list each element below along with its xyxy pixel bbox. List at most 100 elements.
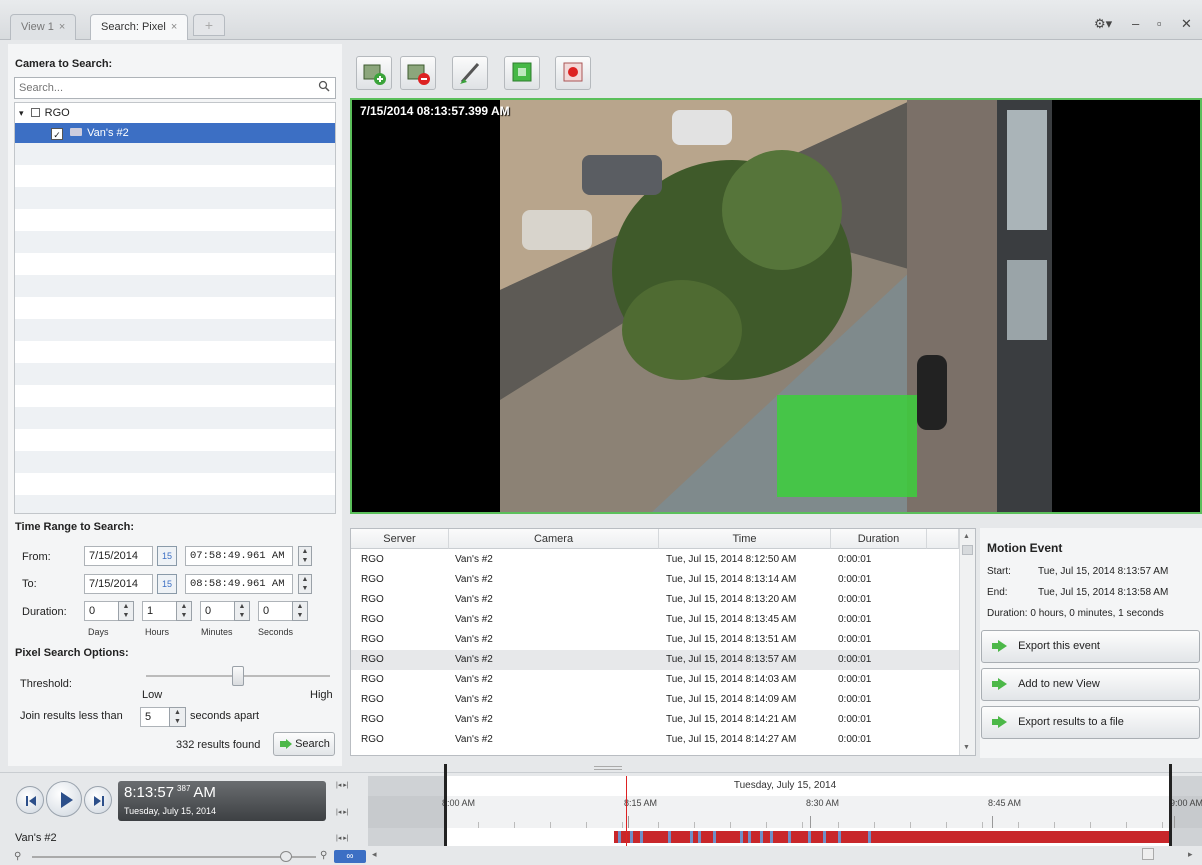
scroll-left-icon[interactable]: ◂ xyxy=(372,849,377,860)
table-row[interactable]: RGO Van's #2 Tue, Jul 15, 2014 8:12:50 AM 0… xyxy=(351,550,959,570)
add-tab-button[interactable]: + xyxy=(193,14,225,36)
to-time-stepper[interactable]: ▲ ▼ xyxy=(298,574,312,594)
days-unit-label: Days xyxy=(88,627,109,637)
column-header-duration[interactable]: Duration xyxy=(831,529,927,549)
column-header-camera[interactable]: Camera xyxy=(449,529,659,549)
timeline-nav-1[interactable]: |◂ ▸| xyxy=(336,781,349,789)
play-button[interactable] xyxy=(46,781,82,817)
motion-event-mark[interactable] xyxy=(760,831,763,843)
to-time-field[interactable]: 08:58:49.961 AM xyxy=(185,574,293,594)
search-icon[interactable] xyxy=(313,78,335,98)
range-start-marker[interactable] xyxy=(444,764,447,846)
table-row[interactable]: RGO Van's #2 Tue, Jul 15, 2014 8:14:21 AM 0… xyxy=(351,710,959,730)
camera-tree[interactable]: ▾ RGO ✓ Van's #2 xyxy=(14,102,336,514)
stop-record-button[interactable] xyxy=(555,56,591,90)
camera-search-input[interactable] xyxy=(14,77,336,99)
results-scrollbar[interactable]: ▲ ▼ xyxy=(959,529,975,755)
table-cell-server: RGO xyxy=(361,674,384,685)
timeline-nav-3[interactable]: |◂ ▸| xyxy=(336,834,349,842)
table-row[interactable]: RGO Van's #2 Tue, Jul 15, 2014 8:14:27 AM 0… xyxy=(351,730,959,750)
zoom-out-icon[interactable]: ⚲ xyxy=(14,851,21,862)
from-date-field[interactable]: 7/15/2014 xyxy=(84,546,153,566)
remove-region-button[interactable] xyxy=(400,56,436,90)
link-toggle-button[interactable]: ∞ xyxy=(334,850,366,863)
motion-event-mark[interactable] xyxy=(770,831,773,843)
table-row[interactable]: RGO Van's #2 Tue, Jul 15, 2014 8:14:09 AM 0… xyxy=(351,690,959,710)
motion-event-mark[interactable] xyxy=(748,831,751,843)
export-results-button[interactable]: Export results to a file xyxy=(981,706,1200,739)
settings-gear-icon[interactable]: ⚙▾ xyxy=(1094,16,1112,32)
motion-event-mark[interactable] xyxy=(868,831,871,843)
motion-event-mark[interactable] xyxy=(713,831,716,843)
checkbox[interactable]: ✓ xyxy=(51,128,63,140)
results-table[interactable]: Server Camera Time Duration RGO Van's #2 T… xyxy=(350,528,976,756)
motion-event-mark[interactable] xyxy=(618,831,621,843)
search-button[interactable]: Search xyxy=(273,732,335,756)
expand-icon[interactable]: ▾ xyxy=(19,108,24,118)
motion-event-mark[interactable] xyxy=(808,831,811,843)
minutes-stepper[interactable]: ▲ ▼ xyxy=(234,601,250,621)
scroll-down-icon[interactable]: ▼ xyxy=(963,744,970,751)
select-all-button[interactable] xyxy=(504,56,540,90)
timeline[interactable]: Tuesday, July 15, 2014 8:00 AM 8:15 AM 8:3… xyxy=(368,764,1202,846)
zoom-slider-track[interactable] xyxy=(32,856,316,858)
motion-event-mark[interactable] xyxy=(823,831,826,843)
scroll-thumb[interactable] xyxy=(962,545,973,555)
close-icon[interactable]: × xyxy=(59,21,65,33)
close-icon[interactable]: × xyxy=(171,21,177,33)
range-end-marker[interactable] xyxy=(1169,764,1172,846)
table-cell-duration: 0:00:01 xyxy=(838,714,872,725)
table-cell-duration: 0:00:01 xyxy=(838,654,872,665)
from-time-field[interactable]: 07:58:49.961 AM xyxy=(185,546,293,566)
threshold-slider-thumb[interactable] xyxy=(232,666,244,686)
calendar-icon[interactable]: 15 xyxy=(157,574,177,594)
motion-event-mark[interactable] xyxy=(838,831,841,843)
tree-item-server[interactable]: ▾ RGO xyxy=(15,103,335,123)
timeline-nav-2[interactable]: |◂ ▸| xyxy=(336,808,349,816)
search-input[interactable] xyxy=(15,78,305,98)
splitter-handle[interactable] xyxy=(594,766,622,770)
maximize-icon[interactable]: ▫ xyxy=(1157,16,1162,31)
days-stepper[interactable]: ▲ ▼ xyxy=(118,601,134,621)
calendar-icon[interactable]: 15 xyxy=(157,546,177,566)
motion-event-mark[interactable] xyxy=(640,831,643,843)
table-row[interactable]: RGO Van's #2 Tue, Jul 15, 2014 8:13:20 AM 0… xyxy=(351,590,959,610)
motion-event-mark[interactable] xyxy=(740,831,743,843)
draw-mask-button[interactable] xyxy=(452,56,488,90)
seconds-stepper[interactable]: ▲ ▼ xyxy=(292,601,308,621)
scroll-right-icon[interactable]: ▸ xyxy=(1188,849,1193,860)
video-viewport[interactable]: 7/15/2014 08:13:57.399 AM xyxy=(350,98,1202,514)
motion-event-mark[interactable] xyxy=(630,831,633,843)
motion-event-mark[interactable] xyxy=(668,831,671,843)
step-forward-button[interactable] xyxy=(84,786,112,814)
zoom-in-icon[interactable]: ⚲ xyxy=(320,850,327,861)
step-back-button[interactable] xyxy=(16,786,44,814)
close-icon[interactable]: ✕ xyxy=(1181,16,1192,32)
table-cell-duration: 0:00:01 xyxy=(838,634,872,645)
to-date-field[interactable]: 7/15/2014 xyxy=(84,574,153,594)
table-row[interactable]: RGO Van's #2 Tue, Jul 15, 2014 8:14:03 AM 0… xyxy=(351,670,959,690)
column-header-time[interactable]: Time xyxy=(659,529,831,549)
table-row[interactable]: RGO Van's #2 Tue, Jul 15, 2014 8:13:45 AM 0… xyxy=(351,610,959,630)
table-row[interactable]: RGO Van's #2 Tue, Jul 15, 2014 8:13:14 AM 0… xyxy=(351,570,959,590)
add-to-new-view-button[interactable]: Add to new View xyxy=(981,668,1200,701)
table-row[interactable]: RGO Van's #2 Tue, Jul 15, 2014 8:13:57 AM 0… xyxy=(351,650,959,670)
motion-event-mark[interactable] xyxy=(690,831,693,843)
tree-item-camera[interactable]: ✓ Van's #2 xyxy=(15,123,335,143)
table-row[interactable]: RGO Van's #2 Tue, Jul 15, 2014 8:13:51 AM 0… xyxy=(351,630,959,650)
from-time-stepper[interactable]: ▲ ▼ xyxy=(298,546,312,566)
playhead-line[interactable] xyxy=(626,776,627,846)
tab-view-1[interactable]: View 1 × xyxy=(10,14,77,40)
join-stepper[interactable]: ▲ ▼ xyxy=(169,707,186,727)
fit-timeline-icon[interactable] xyxy=(1142,848,1154,860)
tab-search-pixel[interactable]: Search: Pixel × xyxy=(90,14,189,40)
zoom-slider-thumb[interactable] xyxy=(280,851,292,862)
add-region-button[interactable] xyxy=(356,56,392,90)
export-event-button[interactable]: Export this event xyxy=(981,630,1200,663)
hours-stepper[interactable]: ▲ ▼ xyxy=(176,601,192,621)
column-header-server[interactable]: Server xyxy=(351,529,449,549)
motion-event-mark[interactable] xyxy=(788,831,791,843)
motion-event-mark[interactable] xyxy=(698,831,701,843)
minimize-icon[interactable]: – xyxy=(1132,16,1139,31)
scroll-up-icon[interactable]: ▲ xyxy=(963,533,970,540)
